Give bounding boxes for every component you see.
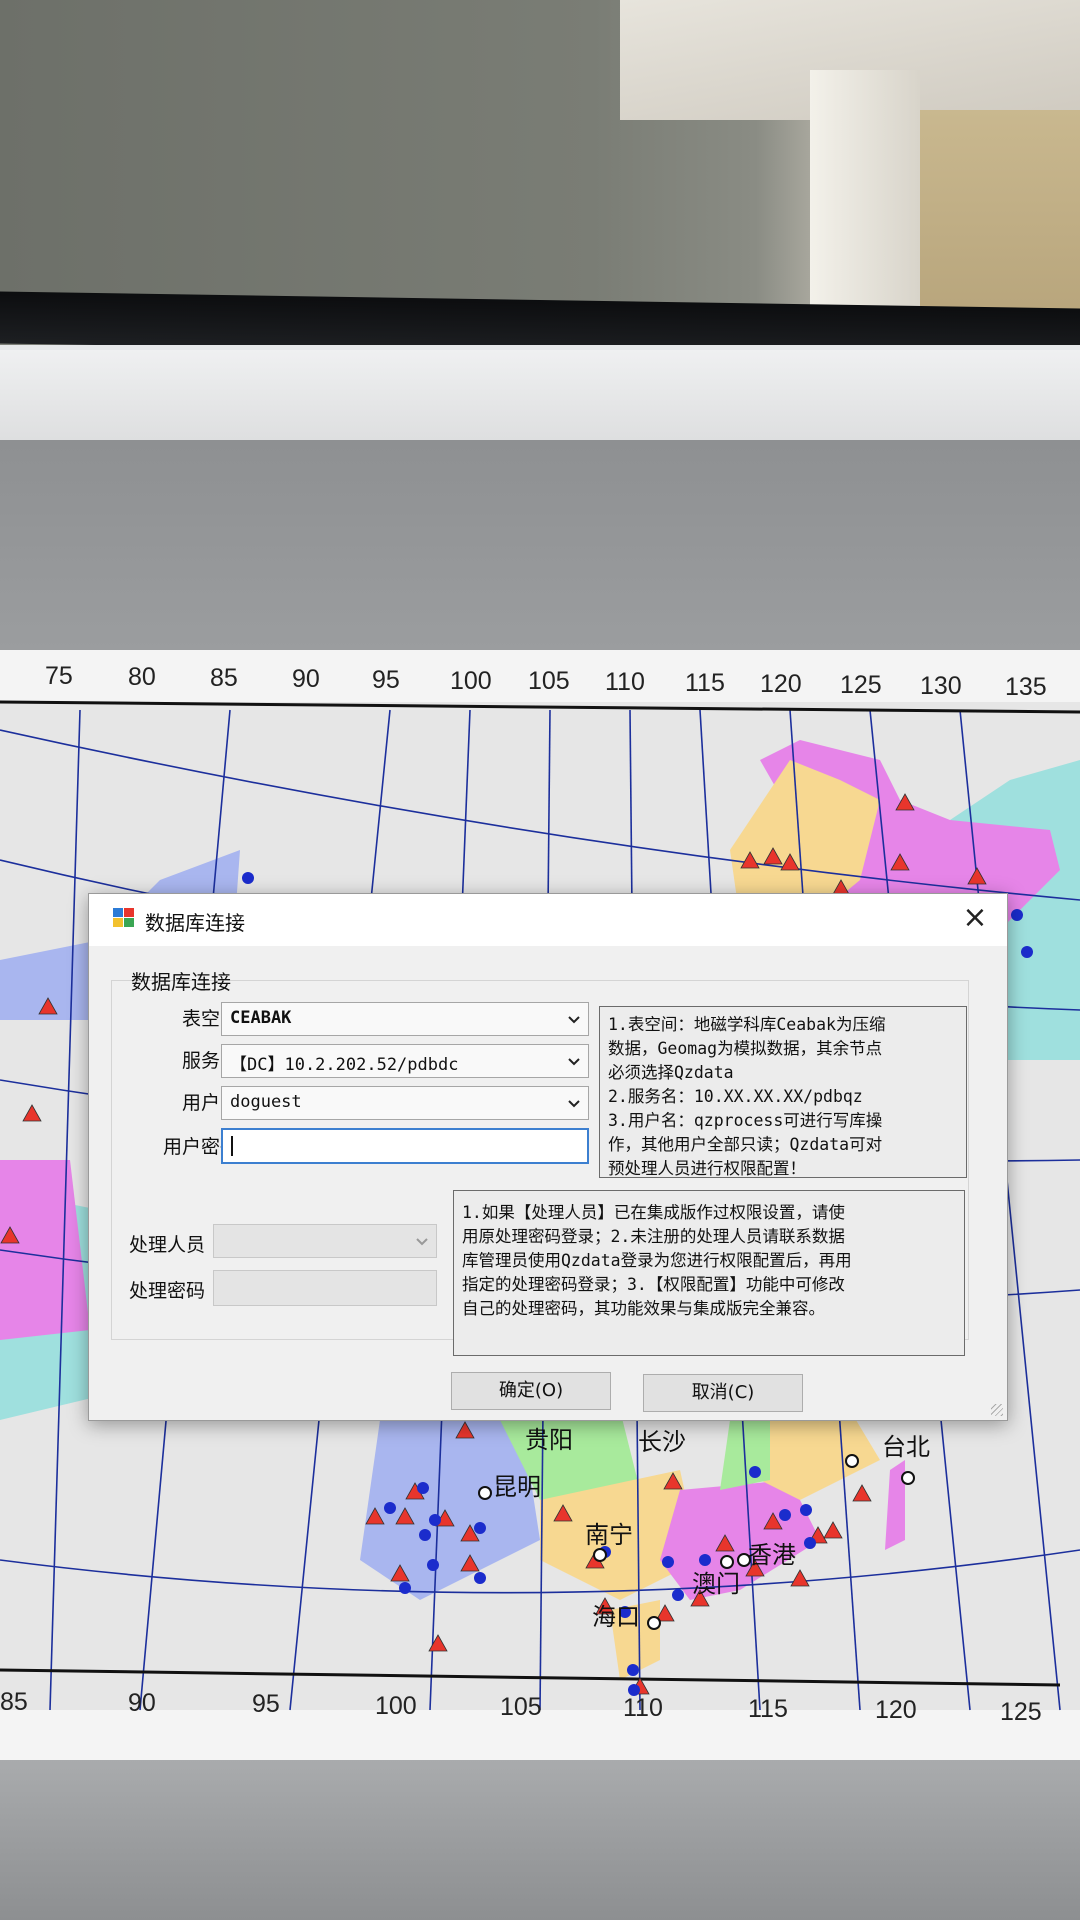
bottom-tick-label: 105 [500,1692,542,1721]
bottom-tick-label: 110 [623,1694,663,1722]
city-marker-kunming [478,1486,492,1500]
dot-marker [672,1589,684,1601]
dot-marker [627,1664,639,1676]
bottom-tick-label: 115 [748,1695,788,1724]
chevron-down-icon [568,1100,580,1108]
city-label: 昆明 [493,1473,541,1501]
info-line: 用原处理密码登录；2.未注册的处理人员请联系数据 [462,1227,845,1246]
app-toolbar-area [0,440,1080,650]
info-line: 3.用户名：qzprocess可进行写库操 [608,1111,883,1130]
city-marker-haikou [647,1616,661,1630]
bottom-tick-label: 120 [875,1696,917,1725]
chevron-down-icon [568,1016,580,1024]
dialog-title-bar[interactable]: 数据库连接 × [89,894,1007,946]
dot-marker [662,1556,674,1568]
ok-button[interactable]: 确定(O) [451,1372,611,1410]
dot-marker [429,1514,441,1526]
city-marker-macau [720,1555,734,1569]
tablespace-select[interactable]: CEABAK [221,1002,589,1036]
dot-marker [417,1482,429,1494]
dot-marker [474,1572,486,1584]
info-line: 指定的处理密码登录；3.【权限配置】功能中可修改 [462,1275,845,1294]
dot-marker [800,1504,812,1516]
bottom-tick-label: 95 [252,1690,280,1719]
info-panel-top: 1.表空间：地磁学科库Ceabak为压缩 数据，Geomag为模拟数据，其余节点… [599,1006,967,1178]
dot-marker [749,1466,761,1478]
tablespace-value: CEABAK [230,1008,292,1028]
info-line: 作，其他用户全部只读；Qzdata可对 [608,1135,883,1154]
info-line: 自己的处理密码，其功能效果与集成版完全兼容。 [462,1299,825,1318]
city-label: 香港 [748,1541,796,1569]
processor-select[interactable] [213,1224,437,1258]
info-line: 必须选择Qzdata [608,1063,734,1082]
city-label: 海口 [592,1603,640,1631]
dot-marker [242,872,254,884]
dot-marker [474,1522,486,1534]
info-line: 库管理员使用Qzdata登录为您进行权限配置后，再用 [462,1251,852,1270]
dot-marker [1011,909,1023,921]
dot-marker [1021,946,1033,958]
password-input[interactable] [221,1128,589,1164]
cancel-button[interactable]: 取消(C) [643,1374,803,1412]
dot-marker [699,1554,711,1566]
processor-label: 处理人员 [128,1234,205,1256]
info-panel-bottom: 1.如果【处理人员】已在集成版作过权限设置，请使 用原处理密码登录；2.未注册的… [453,1190,965,1356]
dot-marker [419,1529,431,1541]
info-line: 1.如果【处理人员】已在集成版作过权限设置，请使 [462,1203,845,1222]
app-title-bar [0,350,1080,440]
dialog-title: 数据库连接 [145,911,245,935]
city-marker-nanning [593,1548,607,1562]
city-marker-taipei [901,1471,915,1485]
dot-marker [804,1537,816,1549]
resize-grip[interactable] [991,1404,1003,1416]
service-select[interactable]: 【DC】10.2.202.52/pdbdc [221,1044,589,1078]
city-label: 长沙 [638,1428,686,1456]
info-line: 2.服务名：10.XX.XX.XX/pdbqz [608,1087,863,1106]
processor-password-label: 处理密码 [128,1280,205,1302]
processor-password-input[interactable] [213,1270,437,1306]
city-label: 南宁 [585,1521,633,1549]
city-label: 贵阳 [525,1426,573,1454]
city-label: 澳门 [692,1570,740,1598]
info-line: 预处理人员进行权限配置！ [608,1159,806,1178]
city-marker-guiyang [845,1454,859,1468]
dot-marker [399,1582,411,1594]
city-label: 台北 [882,1433,930,1461]
chevron-down-icon [416,1238,428,1246]
username-value: doguest [230,1092,302,1112]
service-value: 【DC】10.2.202.52/pdbdc [230,1055,459,1075]
dot-marker [779,1509,791,1521]
screen-bottom-area [0,1760,1080,1920]
dot-marker [427,1559,439,1571]
group-label: 数据库连接 [131,970,231,994]
close-icon[interactable]: × [957,900,993,936]
info-line: 1.表空间：地磁学科库Ceabak为压缩 [608,1015,886,1034]
bottom-tick-label: 85 [0,1688,28,1716]
database-connection-dialog: 数据库连接 × 数据库连接 表空间 CEABAK 服务名 【DC】10.2.20… [88,893,1008,1421]
bottom-tick-label: 100 [375,1691,417,1720]
info-line: 数据，Geomag为模拟数据，其余节点 [608,1039,883,1058]
room-background [0,0,1080,340]
chevron-down-icon [568,1058,580,1066]
text-caret [231,1136,233,1156]
dot-marker [384,1502,396,1514]
bottom-tick-label: 90 [128,1689,156,1718]
bottom-tick-label: 125 [1000,1697,1042,1726]
pillar [810,70,920,340]
username-select[interactable]: doguest [221,1086,589,1120]
app-icon [113,908,134,927]
